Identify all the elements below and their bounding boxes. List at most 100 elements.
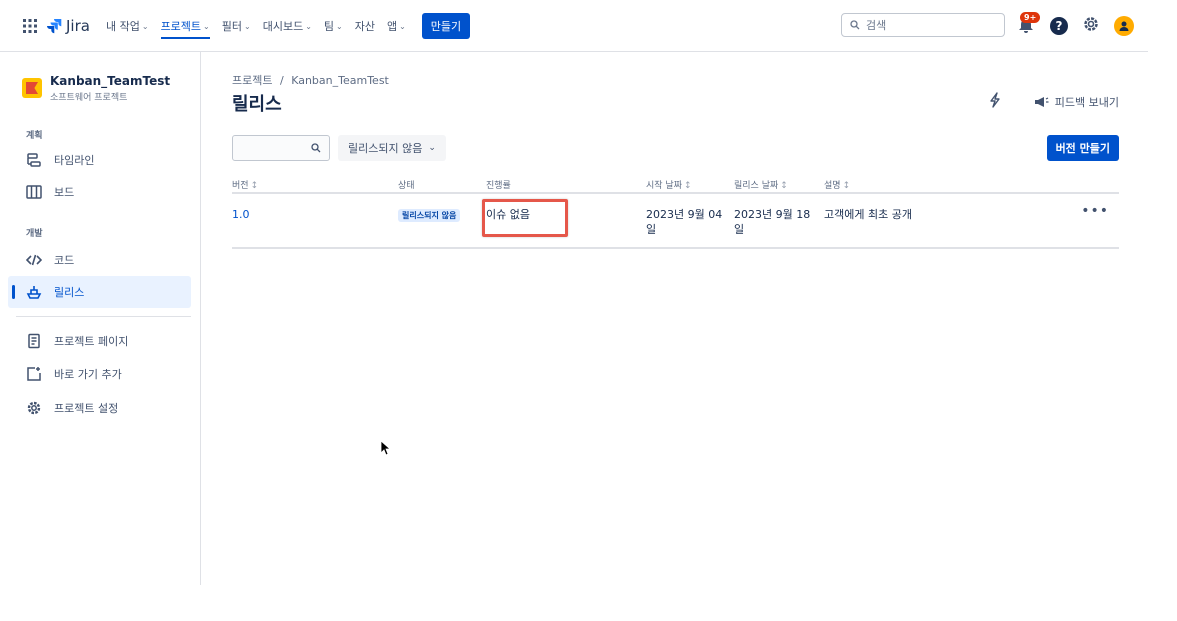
sidebar-item-label: 프로젝트 설정: [54, 402, 119, 415]
chevron-down-icon: ⌄: [336, 21, 343, 31]
sidebar-item-add-shortcut[interactable]: 바로 가기 추가: [8, 358, 191, 390]
sidebar-item-code[interactable]: 코드: [8, 244, 191, 276]
settings-icon: [26, 400, 42, 416]
sidebar-item-board[interactable]: 보드: [8, 176, 191, 208]
nav-filters[interactable]: 필터 ⌄: [216, 0, 257, 52]
chevron-down-icon: ⌄: [399, 21, 406, 31]
status-filter-value: 릴리스되지 않음: [348, 142, 423, 155]
feedback-label: 피드백 보내기: [1054, 96, 1119, 109]
topbar-actions: 9+ ?: [1016, 0, 1134, 52]
nav-projects[interactable]: 프로젝트 ⌄: [155, 0, 216, 52]
avatar[interactable]: [1114, 16, 1134, 36]
column-release-date[interactable]: 릴리스 날짜 ↕: [734, 178, 788, 191]
version-link[interactable]: 1.0: [232, 207, 250, 222]
description: 고객에게 최초 공개: [824, 208, 912, 221]
create-button[interactable]: 만들기: [421, 13, 471, 39]
column-start-date[interactable]: 시작 날짜 ↕: [646, 178, 692, 191]
section-planning: 계획: [26, 131, 43, 141]
search-icon: [850, 20, 860, 30]
page-title: 릴리스: [232, 94, 282, 115]
more-actions-icon[interactable]: •••: [1081, 203, 1109, 219]
release-date-line: 일: [734, 223, 745, 236]
user-icon: [1119, 21, 1129, 31]
project-header[interactable]: Kanban_TeamTest 소프트웨어 프로젝트: [22, 74, 170, 103]
chevron-down-icon: ⌄: [244, 21, 251, 31]
notification-badge: 9+: [1020, 12, 1041, 23]
column-status: 상태: [398, 178, 415, 191]
section-development: 개발: [26, 229, 43, 239]
nav-label: 내 작업: [106, 20, 140, 33]
nav-label: 대시보드: [262, 20, 304, 33]
column-label: 상태: [398, 181, 415, 191]
add-shortcut-icon: [26, 366, 42, 382]
settings-gear-icon[interactable]: [1082, 15, 1100, 37]
highlight-annotation: [482, 199, 568, 237]
main-nav: 내 작업 ⌄ 프로젝트 ⌄ 필터 ⌄ 대시보드 ⌄ 팀 ⌄ 자산 앱 ⌄ 만들기: [100, 0, 471, 52]
start-date-line: 일: [646, 223, 657, 236]
automation-icon[interactable]: [988, 92, 1002, 112]
chevron-down-icon: ⌄: [305, 21, 312, 31]
sort-icon: ↕: [683, 181, 692, 191]
release-icon: [26, 284, 42, 300]
sort-icon: ↕: [780, 181, 788, 191]
mouse-cursor-icon: [380, 440, 392, 460]
sort-icon: ↕: [842, 181, 851, 191]
column-label: 진행률: [486, 181, 511, 191]
nav-label: 앱: [386, 20, 398, 33]
search-input[interactable]: 검색: [841, 13, 1005, 37]
megaphone-icon: [1034, 97, 1049, 107]
column-label: 버전: [232, 181, 249, 191]
nav-apps[interactable]: 앱 ⌄: [381, 0, 412, 52]
sidebar-item-label: 코드: [54, 254, 75, 267]
status-badge: 릴리스되지 않음: [398, 207, 461, 223]
create-version-button[interactable]: 버전 만들기: [1046, 135, 1119, 161]
board-icon: [26, 184, 42, 200]
column-description[interactable]: 설명 ↕: [824, 178, 850, 191]
column-label: 설명: [824, 181, 841, 191]
nav-assets[interactable]: 자산: [349, 0, 381, 52]
sidebar-item-label: 프로젝트 페이지: [54, 335, 129, 348]
project-type: 소프트웨어 프로젝트: [50, 93, 128, 103]
jira-icon: [47, 19, 62, 34]
status-filter-dropdown[interactable]: 릴리스되지 않음 ⌄: [338, 135, 446, 161]
project-avatar-icon: [22, 78, 42, 98]
sidebar-item-project-settings[interactable]: 프로젝트 설정: [8, 392, 191, 424]
nav-dashboards[interactable]: 대시보드 ⌄: [257, 0, 318, 52]
chevron-down-icon: ⌄: [203, 21, 210, 31]
sidebar-item-releases[interactable]: 릴리스: [8, 276, 191, 308]
project-sidebar: Kanban_TeamTest 소프트웨어 프로젝트 계획 타임라인 보드 개발…: [8, 52, 201, 585]
sort-icon: ↕: [250, 181, 259, 191]
column-label: 릴리스 날짜: [734, 181, 779, 191]
breadcrumb-project[interactable]: Kanban_TeamTest: [291, 74, 389, 87]
page-icon: [26, 333, 42, 349]
search-placeholder: 검색: [866, 19, 887, 32]
jira-logo[interactable]: Jira: [46, 0, 90, 52]
status-lozenge: 릴리스되지 않음: [398, 209, 461, 222]
sidebar-item-timeline[interactable]: 타임라인: [8, 144, 191, 176]
notifications-button[interactable]: 9+: [1016, 12, 1041, 36]
sidebar-item-label: 보드: [54, 186, 75, 199]
timeline-icon: [26, 152, 42, 168]
sidebar-item-label: 릴리스: [54, 286, 85, 299]
breadcrumb-separator: /: [279, 74, 284, 87]
nav-label: 팀: [323, 20, 335, 33]
breadcrumb-projects[interactable]: 프로젝트: [232, 74, 272, 87]
sidebar-item-label: 타임라인: [54, 154, 95, 167]
top-navigation: Jira 내 작업 ⌄ 프로젝트 ⌄ 필터 ⌄ 대시보드 ⌄ 팀 ⌄ 자산 앱 ⌄ 만들기 …: [0, 0, 1148, 52]
table-row: 1.0 릴리스되지 않음 이슈 없음 2023년 9월 04 일 2023년 9…: [232, 197, 1119, 249]
help-icon[interactable]: ?: [1050, 17, 1068, 35]
chevron-down-icon: ⌄: [428, 143, 436, 153]
nav-teams[interactable]: 팀 ⌄: [318, 0, 349, 52]
app-switcher-icon[interactable]: [22, 0, 40, 52]
breadcrumb: 프로젝트 / Kanban_TeamTest: [232, 72, 389, 88]
project-name: Kanban_TeamTest: [50, 74, 171, 88]
column-version[interactable]: 버전 ↕: [232, 178, 258, 191]
release-date: 2023년 9월 18 일: [734, 207, 810, 237]
sidebar-item-project-pages[interactable]: 프로젝트 페이지: [8, 325, 191, 357]
version-search-input[interactable]: [232, 135, 330, 161]
feedback-button[interactable]: 피드백 보내기: [1033, 94, 1119, 110]
start-date: 2023년 9월 04 일: [646, 207, 722, 237]
jira-wordmark: Jira: [66, 17, 90, 35]
nav-my-work[interactable]: 내 작업 ⌄: [100, 0, 155, 52]
nav-label: 프로젝트: [160, 20, 202, 33]
